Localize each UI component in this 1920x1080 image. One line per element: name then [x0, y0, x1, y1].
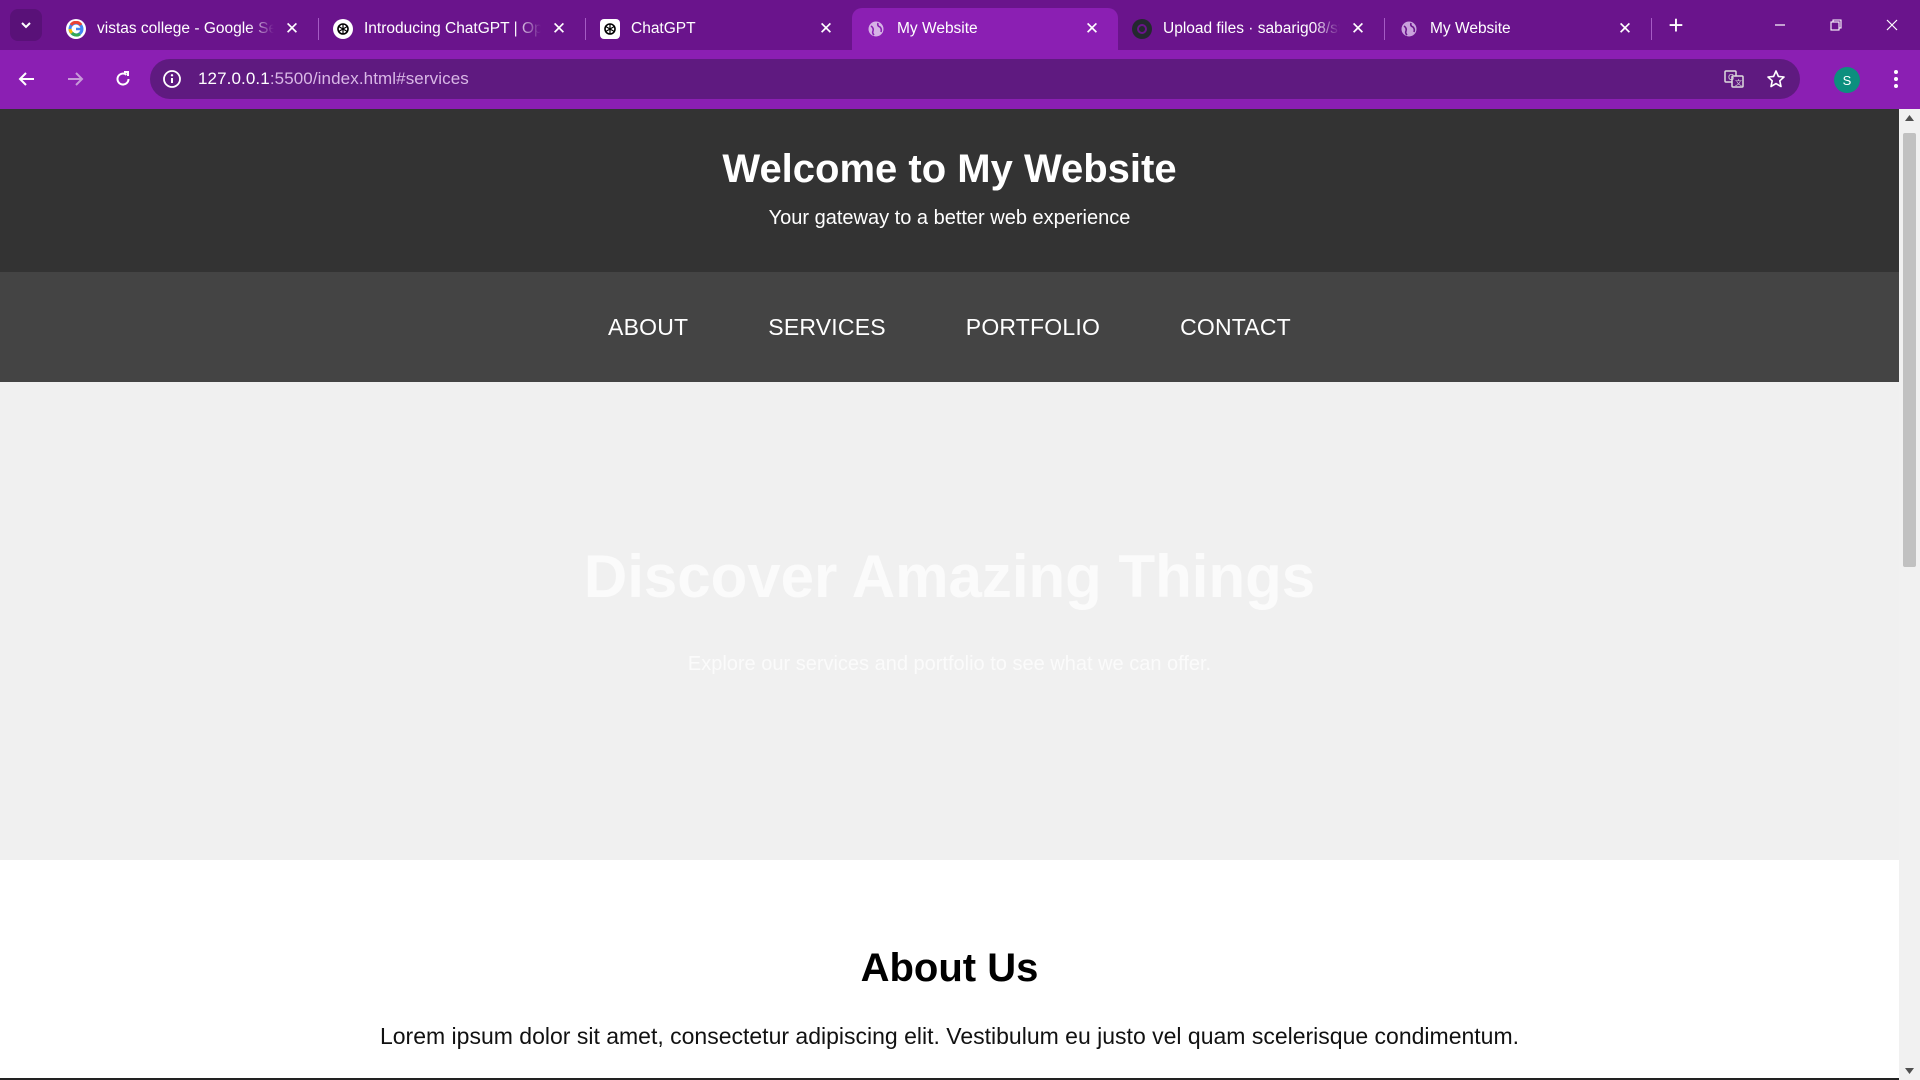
browser-menu-button[interactable]: [1880, 62, 1912, 96]
reload-icon: [116, 71, 130, 86]
tab-title: My Website: [897, 20, 978, 37]
url-path: :5500/index.html#services: [269, 69, 469, 88]
close-icon[interactable]: ✕: [549, 19, 569, 39]
url-host: 127.0.0.1: [198, 69, 270, 88]
tab-title: ChatGPT: [631, 20, 696, 37]
scroll-up-arrow-icon[interactable]: [1899, 109, 1920, 127]
page-scrollbar[interactable]: [1899, 109, 1920, 1080]
nav-link-services[interactable]: SERVICES: [768, 314, 886, 341]
address-bar[interactable]: 127.0.0.1:5500/index.html#services G文: [150, 59, 1800, 99]
scrollbar-thumb[interactable]: [1903, 133, 1916, 567]
tab-github-upload[interactable]: Upload files · sabarig08/sta ✕: [1118, 8, 1384, 50]
page-viewport: Welcome to My Website Your gateway to a …: [0, 109, 1899, 1080]
chevron-down-icon: [21, 22, 31, 29]
tab-google-search[interactable]: vistas college - Google Sea ✕: [52, 8, 318, 50]
about-heading: About Us: [860, 946, 1039, 990]
minimize-icon: [1775, 24, 1785, 26]
hero-title: Discover Amazing Things: [583, 543, 1316, 610]
close-window-button[interactable]: [1864, 0, 1920, 50]
nav-link-portfolio[interactable]: PORTFOLIO: [966, 314, 1100, 341]
google-icon: [66, 19, 86, 39]
tab-chatgpt[interactable]: ChatGPT ✕: [586, 8, 852, 50]
openai-icon: [333, 19, 353, 39]
close-icon[interactable]: ✕: [1348, 19, 1368, 39]
browser-toolbar: 127.0.0.1:5500/index.html#services G文 S: [0, 50, 1920, 108]
github-icon: [1132, 19, 1152, 39]
close-icon[interactable]: ✕: [282, 19, 302, 39]
close-icon[interactable]: ✕: [1615, 19, 1635, 39]
url-text: 127.0.0.1:5500/index.html#services: [198, 69, 469, 89]
window-controls: [1752, 0, 1920, 50]
arrow-right-icon: [68, 72, 84, 86]
plus-icon: +: [1668, 9, 1684, 40]
close-icon[interactable]: ✕: [816, 19, 836, 39]
more-vertical-icon: [1894, 70, 1898, 88]
tab-strip: vistas college - Google Sea ✕ Introducin…: [0, 0, 1920, 50]
omnibox-actions: G文: [1720, 65, 1790, 93]
bookmark-star-icon[interactable]: [1762, 65, 1790, 93]
about-text: Lorem ipsum dolor sit amet, consectetur …: [379, 1023, 1520, 1049]
site-nav: ABOUT SERVICES PORTFOLIO CONTACT: [0, 272, 1899, 382]
back-button[interactable]: [6, 58, 48, 100]
site-tagline: Your gateway to a better web experience: [768, 207, 1131, 229]
site-title: Welcome to My Website: [722, 147, 1177, 191]
tab-title: My Website: [1430, 20, 1511, 37]
hero-subtitle: Explore our services and portfolio to se…: [687, 653, 1212, 675]
scroll-down-arrow-icon[interactable]: [1899, 1062, 1920, 1080]
translate-icon[interactable]: G文: [1720, 65, 1748, 93]
globe-icon: [866, 19, 886, 39]
hero-section: Discover Amazing Things Explore our serv…: [0, 382, 1899, 860]
tab-search-button[interactable]: [10, 9, 42, 41]
tab-title: vistas college - Google Sea: [97, 20, 274, 37]
close-icon: [1886, 19, 1898, 31]
tab-my-website-active[interactable]: My Website ✕: [852, 8, 1118, 50]
minimize-button[interactable]: [1752, 0, 1808, 50]
nav-link-about[interactable]: ABOUT: [608, 314, 688, 341]
openai-icon: [600, 19, 620, 39]
arrow-left-icon: [18, 72, 34, 86]
tab-title: Introducing ChatGPT | Ope: [364, 20, 541, 37]
svg-text:G: G: [1728, 73, 1734, 82]
site-info-icon[interactable]: [158, 65, 186, 93]
svg-text:文: 文: [1735, 78, 1742, 87]
forward-button[interactable]: [54, 58, 96, 100]
new-tab-button[interactable]: +: [1656, 5, 1696, 45]
reload-button[interactable]: [102, 58, 144, 100]
tab-introducing-chatgpt[interactable]: Introducing ChatGPT | Ope ✕: [319, 8, 585, 50]
restore-button[interactable]: [1808, 0, 1864, 50]
tab-my-website[interactable]: My Website ✕: [1385, 8, 1651, 50]
close-icon[interactable]: ✕: [1082, 19, 1102, 39]
tab-title: Upload files · sabarig08/sta: [1163, 20, 1340, 37]
about-section: About Us Lorem ipsum dolor sit amet, con…: [0, 860, 1899, 1080]
tab-separator: [1651, 18, 1652, 40]
globe-icon: [1399, 19, 1419, 39]
restore-icon: [1830, 19, 1842, 31]
site-header: Welcome to My Website Your gateway to a …: [0, 109, 1899, 272]
nav-link-contact[interactable]: CONTACT: [1180, 314, 1291, 341]
profile-avatar[interactable]: S: [1834, 67, 1860, 93]
